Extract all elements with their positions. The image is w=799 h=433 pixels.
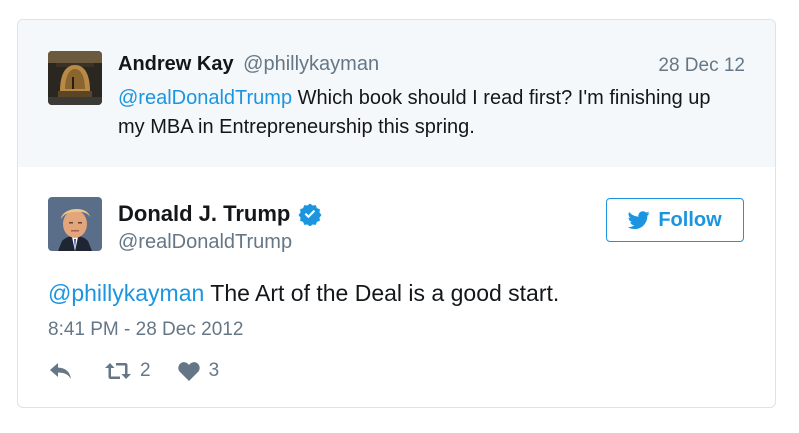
tweet-body: The Art of the Deal is a good start. <box>204 280 560 306</box>
tweet-timestamp[interactable]: 8:41 PM - 28 Dec 2012 <box>48 319 243 341</box>
author-handle[interactable]: @realDonaldTrump <box>118 231 292 254</box>
like-count: 3 <box>208 360 220 381</box>
parent-author-name[interactable]: Andrew Kay <box>118 53 234 75</box>
retweet-icon <box>105 363 131 379</box>
author-name[interactable]: Donald J. Trump <box>118 201 290 227</box>
author-name-row: Donald J. Trump <box>118 201 322 227</box>
reply-icon <box>50 363 71 379</box>
parent-tweet-text: @realDonaldTrump Which book should I rea… <box>118 84 738 142</box>
like-button[interactable]: 3 <box>177 360 220 382</box>
tweet-actions: 2 3 <box>48 360 219 382</box>
parent-author-handle[interactable]: @phillykayman <box>243 53 379 75</box>
reply-button[interactable] <box>48 360 74 382</box>
follow-label: Follow <box>658 208 722 231</box>
parent-tweet[interactable]: Andrew Kay @phillykayman 28 Dec 12 @real… <box>18 20 775 167</box>
parent-mention-link[interactable]: @realDonaldTrump <box>118 87 292 109</box>
avatar[interactable] <box>48 51 102 105</box>
retweet-count: 2 <box>140 360 151 381</box>
tweet-text: @phillykayman The Art of the Deal is a g… <box>48 280 559 307</box>
heart-icon <box>177 362 200 381</box>
avatar[interactable] <box>48 197 102 251</box>
bird-icon <box>628 211 650 230</box>
parent-tweet-header: Andrew Kay @phillykayman <box>118 53 379 76</box>
verified-badge-icon <box>298 203 322 226</box>
mention-link[interactable]: @phillykayman <box>48 280 204 306</box>
embedded-tweet-card: Andrew Kay @phillykayman 28 Dec 12 @real… <box>17 19 776 408</box>
follow-button[interactable]: Follow <box>606 198 744 242</box>
retweet-button[interactable]: 2 <box>104 360 151 382</box>
parent-tweet-date[interactable]: 28 Dec 12 <box>658 55 745 77</box>
